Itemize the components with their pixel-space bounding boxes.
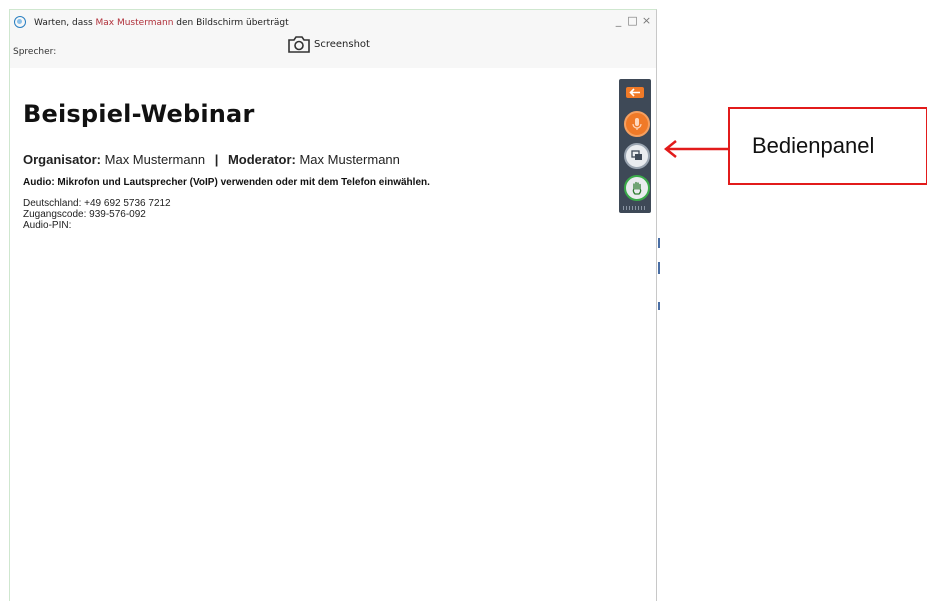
screenshot-button[interactable]: Screenshot [288, 35, 370, 53]
microphone-button[interactable] [624, 111, 650, 137]
presenter-name: Max Mustermann [95, 18, 174, 28]
control-panel [619, 79, 651, 213]
phone-number: Deutschland: +49 692 5736 7212 [23, 198, 171, 209]
moderator-name: Max Mustermann [299, 152, 400, 167]
webinar-viewer-window: Warten, dass Max Mustermann den Bildschi… [9, 9, 657, 601]
webinar-info: Beispiel-Webinar Organisator: Max Muster… [23, 100, 623, 231]
camera-icon [288, 36, 310, 53]
close-button[interactable]: × [641, 14, 652, 27]
separator: | [214, 152, 219, 167]
window-title: Warten, dass Max Mustermann den Bildschi… [34, 18, 289, 28]
edge-mark [658, 302, 660, 310]
moderator-label: Moderator: [227, 152, 296, 167]
page-title: Beispiel-Webinar [23, 100, 255, 128]
title-bar: Warten, dass Max Mustermann den Bildschi… [10, 10, 656, 68]
raise-hand-button[interactable] [624, 175, 650, 201]
dial-in-info: Deutschland: +49 692 5736 7212 Zugangsco… [23, 198, 623, 231]
raise-hand-icon [632, 181, 642, 195]
organizer-line: Organisator: Max Mustermann | Moderator:… [23, 152, 623, 167]
maximize-button[interactable]: □ [627, 14, 638, 27]
edge-mark [658, 238, 660, 248]
organizer-label: Organisator: [23, 152, 102, 167]
callout-arrow-icon [663, 140, 728, 158]
organizer-name: Max Mustermann [104, 152, 206, 167]
callout-box: Bedienpanel [728, 107, 927, 185]
webinar-app-icon [14, 16, 26, 28]
collapse-panel-button[interactable] [626, 87, 644, 98]
audio-info: Audio: Mikrofon und Lautsprecher (VoIP) … [23, 177, 430, 188]
screenshot-label: Screenshot [314, 38, 370, 50]
arrow-left-icon [629, 88, 640, 97]
minimize-button[interactable]: _ [613, 14, 624, 27]
screen-share-button[interactable] [624, 143, 650, 169]
edge-mark [658, 262, 660, 274]
window-controls: _ □ × [613, 14, 652, 27]
access-code: Zugangscode: 939-576-092 [23, 209, 146, 220]
speaker-label: Sprecher: [13, 47, 57, 57]
microphone-icon [632, 118, 642, 130]
panel-drag-handle[interactable] [623, 206, 647, 210]
screen-share-icon [631, 150, 642, 160]
callout-label: Bedienpanel [752, 133, 875, 158]
audio-pin: Audio-PIN: [23, 220, 72, 231]
